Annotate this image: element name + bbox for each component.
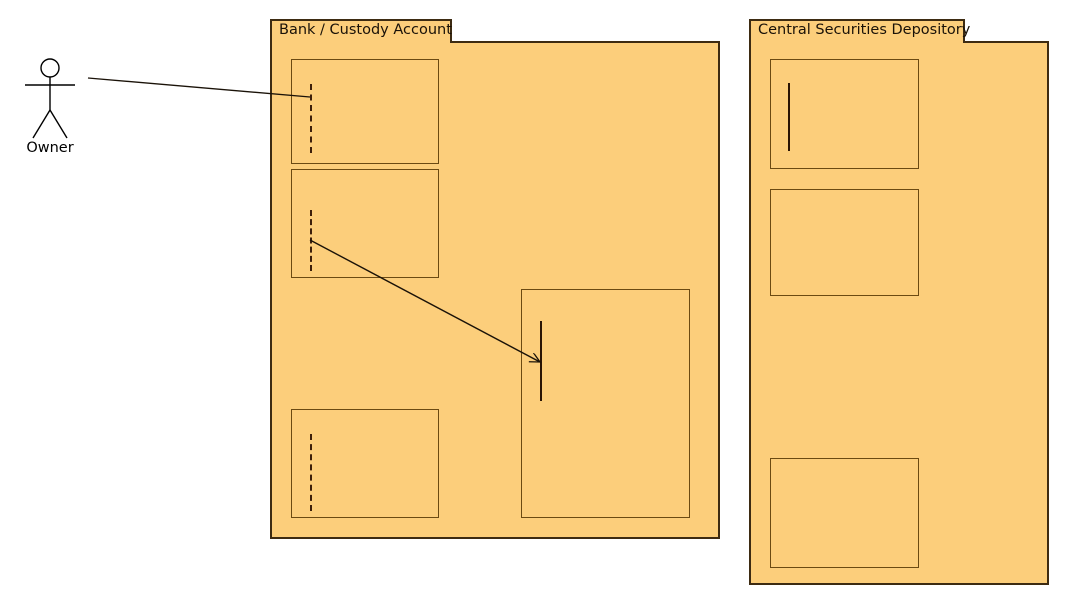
package-central-securities-depository-title-tab[interactable]: Central Securities Depository <box>749 19 970 41</box>
lifeline-banks-cash-account <box>540 321 542 401</box>
actor-right-leg-icon <box>49 109 68 139</box>
lifeline-custody-account-2 <box>310 434 312 511</box>
diagram-canvas: Bank / Custody Account Custody Account C… <box>0 0 1070 610</box>
lifeline-box-register-isin-n[interactable] <box>770 458 919 568</box>
lifeline-box-register-isin-2[interactable] <box>770 189 919 296</box>
package-bank-custody-account-title: Bank / Custody Account <box>279 22 452 38</box>
lifeline-box-current-account-cash[interactable] <box>291 169 439 278</box>
lifeline-box-banks-cash-account[interactable] <box>521 289 690 518</box>
actor-head-icon <box>40 58 60 78</box>
lifeline-register-isin-1 <box>788 83 790 151</box>
lifeline-box-register-isin-1[interactable] <box>770 59 919 169</box>
actor-left-leg-icon <box>32 109 51 139</box>
lifeline-custody-account-1 <box>310 84 312 153</box>
lifeline-box-custody-account-1[interactable] <box>291 59 439 164</box>
package-csd-tab-seam <box>751 39 963 43</box>
package-bank-custody-account-title-tab[interactable]: Bank / Custody Account <box>270 19 452 41</box>
package-bank-tab-seam <box>272 39 450 43</box>
actor-owner-label: Owner <box>26 140 74 156</box>
lifeline-current-account-cash <box>310 210 312 271</box>
package-central-securities-depository-title: Central Securities Depository <box>758 22 971 38</box>
actor-owner-figure[interactable] <box>25 58 75 139</box>
lifeline-box-custody-account-2[interactable] <box>291 409 439 518</box>
